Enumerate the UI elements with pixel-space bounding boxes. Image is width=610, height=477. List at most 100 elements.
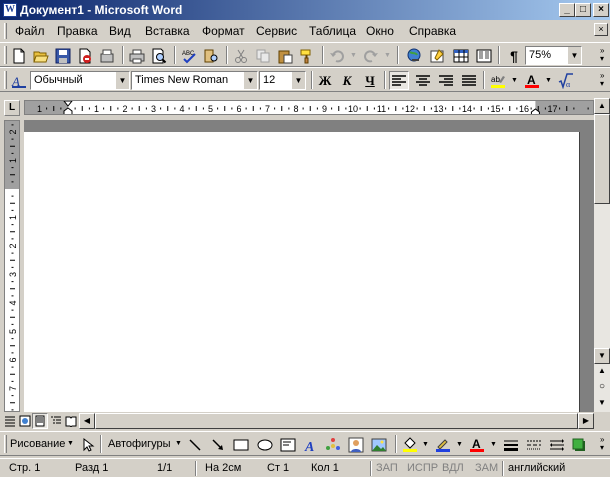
format-painter-icon[interactable] xyxy=(297,46,317,65)
toolbar-grip[interactable] xyxy=(4,46,7,64)
document-close-icon[interactable]: × xyxy=(594,23,608,36)
paste-icon[interactable] xyxy=(275,46,295,65)
justify-button[interactable] xyxy=(459,71,479,90)
maximize-icon[interactable]: □ xyxy=(575,3,591,17)
dash-style-icon[interactable] xyxy=(524,435,544,454)
select-objects-icon[interactable] xyxy=(77,435,97,454)
word-icon[interactable]: W xyxy=(3,3,17,17)
clip-art-icon[interactable] xyxy=(346,435,366,454)
menu-format[interactable]: Формат xyxy=(202,24,245,38)
style-combo[interactable]: Обычный ▼ xyxy=(30,71,130,90)
menu-tools[interactable]: Сервис xyxy=(256,24,297,38)
arrow-style-icon[interactable] xyxy=(547,435,567,454)
autoshapes-menu-button[interactable]: Автофигуры xyxy=(108,438,171,450)
menu-insert[interactable]: Вставка xyxy=(145,24,190,38)
fill-color-dropdown-icon[interactable]: ▼ xyxy=(422,441,429,448)
wordart-icon[interactable]: A xyxy=(301,435,321,454)
scroll-up-icon[interactable]: ▲ xyxy=(594,98,610,114)
undo-dropdown-icon[interactable]: ▼ xyxy=(350,52,357,59)
document-page[interactable] xyxy=(24,132,580,412)
close-icon[interactable]: × xyxy=(593,3,609,17)
text-box-icon[interactable] xyxy=(278,435,298,454)
menu-view[interactable]: Вид xyxy=(109,24,131,38)
arrow-icon[interactable] xyxy=(208,435,228,454)
browse-object-icon[interactable]: ○ xyxy=(594,380,610,396)
web-view-icon[interactable] xyxy=(17,413,33,429)
status-overtype[interactable]: ЗАМ xyxy=(475,462,498,474)
new-icon[interactable] xyxy=(9,46,29,65)
scroll-left-icon[interactable]: ◀ xyxy=(79,413,95,429)
font-combo[interactable]: Times New Roman ▼ xyxy=(131,71,258,90)
next-page-icon[interactable]: ▼ xyxy=(594,396,610,412)
toolbar-options-icon[interactable]: » ▾ xyxy=(600,72,608,88)
menu-edit[interactable]: Правка xyxy=(57,24,98,38)
chevron-down-icon[interactable]: ▼ xyxy=(115,72,129,89)
line-color-dropdown-icon[interactable]: ▼ xyxy=(456,441,463,448)
toolbar-grip[interactable] xyxy=(4,71,7,89)
copy-icon[interactable] xyxy=(253,46,273,65)
email-icon[interactable] xyxy=(97,46,117,65)
chevron-down-icon[interactable]: ▼ xyxy=(243,72,257,89)
print-preview-icon[interactable] xyxy=(149,46,169,65)
highlight-dropdown-icon[interactable]: ▼ xyxy=(511,77,518,84)
columns-icon[interactable] xyxy=(474,46,494,65)
toolbar-options-icon[interactable]: » ▾ xyxy=(600,436,608,452)
draw-font-color-dropdown-icon[interactable]: ▼ xyxy=(490,441,497,448)
toolbar-grip[interactable] xyxy=(4,435,7,453)
rectangle-icon[interactable] xyxy=(231,435,251,454)
menu-grip[interactable] xyxy=(4,23,7,39)
print-icon[interactable] xyxy=(127,46,147,65)
redo-dropdown-icon[interactable]: ▼ xyxy=(384,52,391,59)
align-right-button[interactable] xyxy=(436,71,456,90)
horizontal-ruler[interactable]: 1 1 2 3 4 5 6 7 8 9 10 11 12 13 14 15 16 17 xyxy=(24,100,594,115)
chevron-down-icon[interactable]: ▼ xyxy=(291,72,305,89)
minimize-icon[interactable]: _ xyxy=(559,3,575,17)
insert-table-icon[interactable] xyxy=(451,46,471,65)
normal-view-icon[interactable] xyxy=(2,413,18,429)
scroll-thumb[interactable] xyxy=(594,114,610,204)
menu-table[interactable]: Таблица xyxy=(309,24,356,38)
font-color-dropdown-icon[interactable]: ▼ xyxy=(545,77,552,84)
previous-page-icon[interactable]: ▲ xyxy=(594,364,610,380)
line-color-icon[interactable] xyxy=(433,435,453,454)
line-icon[interactable] xyxy=(185,435,205,454)
permission-icon[interactable] xyxy=(75,46,95,65)
horizontal-scroll-thumb[interactable] xyxy=(95,413,578,429)
font-size-combo[interactable]: 12 ▼ xyxy=(259,71,306,90)
styles-formatting-icon[interactable]: A xyxy=(9,71,29,90)
status-track-changes[interactable]: ИСПР xyxy=(407,462,438,474)
line-style-icon[interactable] xyxy=(501,435,521,454)
outline-view-icon[interactable] xyxy=(48,413,64,429)
highlight-icon[interactable]: ab xyxy=(488,71,508,90)
open-icon[interactable] xyxy=(31,46,51,65)
menu-file[interactable]: Файл xyxy=(15,24,45,38)
autoshapes-dropdown-icon[interactable]: ▼ xyxy=(175,440,182,447)
redo-icon[interactable] xyxy=(361,46,381,65)
tab-selector[interactable]: L xyxy=(4,100,20,116)
menu-window[interactable]: Окно xyxy=(366,24,394,38)
reading-view-icon[interactable] xyxy=(63,413,79,429)
status-extend[interactable]: ВДЛ xyxy=(442,462,464,474)
vertical-ruler[interactable]: 2 1 1 2 3 4 5 6 7 xyxy=(4,120,20,412)
bold-button[interactable]: Ж xyxy=(315,71,335,90)
tables-borders-icon[interactable] xyxy=(427,46,447,65)
align-left-button[interactable] xyxy=(389,71,409,90)
zoom-combo[interactable]: 75% ▼ xyxy=(525,46,582,65)
draw-dropdown-icon[interactable]: ▼ xyxy=(67,440,74,447)
insert-symbol-icon[interactable]: α xyxy=(556,71,576,90)
spelling-icon[interactable]: ABC xyxy=(179,46,199,65)
align-center-button[interactable] xyxy=(413,71,433,90)
menu-help[interactable]: Справка xyxy=(409,24,456,38)
toolbar-options-icon[interactable]: » ▾ xyxy=(600,47,608,63)
underline-button[interactable]: Ч xyxy=(360,71,380,90)
print-layout-view-icon[interactable] xyxy=(32,413,48,429)
draw-menu-button[interactable]: Рисование xyxy=(10,438,65,450)
insert-picture-icon[interactable] xyxy=(369,435,389,454)
scroll-down-icon[interactable]: ▼ xyxy=(594,348,610,364)
research-icon[interactable] xyxy=(201,46,221,65)
chevron-down-icon[interactable]: ▼ xyxy=(567,47,581,64)
vertical-scrollbar[interactable]: ▲ ▼ ▲ ○ ▼ xyxy=(594,98,610,412)
diagram-icon[interactable] xyxy=(323,435,343,454)
show-formatting-icon[interactable]: ¶ xyxy=(504,46,524,65)
font-color-icon[interactable]: A xyxy=(522,71,542,90)
